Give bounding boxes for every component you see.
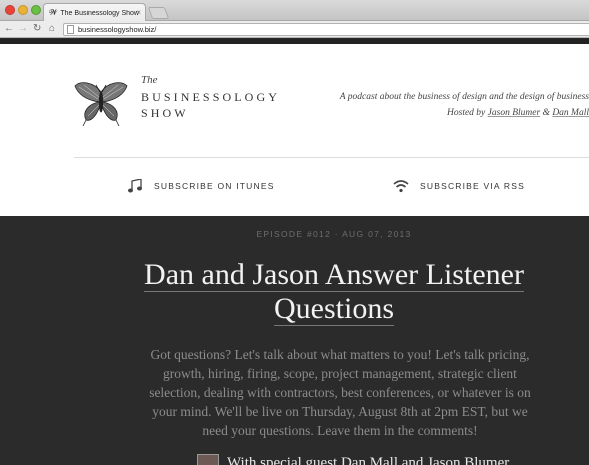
episode-title[interactable]: Dan and Jason Answer Listener Questions (120, 258, 548, 326)
hosted-prefix: Hosted by (447, 108, 486, 118)
tab-title: The Businessology Show (60, 9, 139, 17)
brand-title[interactable]: BUSINESSOLOGY (141, 90, 280, 105)
address-bar[interactable]: businessologyshow.biz/ (63, 23, 589, 36)
host-link-dan[interactable]: Dan Mall (552, 108, 589, 118)
new-tab-button[interactable] (147, 7, 170, 19)
forward-arrow-icon[interactable]: → (18, 22, 28, 36)
episode-description: Got questions? Let's talk about what mat… (149, 347, 531, 438)
episode-meta: EPISODE #012 · AUG 07, 2013 (256, 229, 412, 239)
maximize-window-button[interactable] (31, 5, 41, 15)
guest-line: With special guest Dan Mall and Jason Bl… (197, 454, 509, 465)
brand-subtitle[interactable]: SHOW (141, 106, 189, 121)
minimize-window-button[interactable] (18, 5, 28, 15)
url-text: businessologyshow.biz/ (78, 25, 157, 34)
browser-tab[interactable]: 𝓦 The Businessology Show × (43, 3, 146, 22)
close-icon[interactable]: × (136, 8, 141, 17)
page-icon (67, 25, 74, 34)
reload-icon[interactable]: ↻ (33, 22, 41, 36)
home-icon[interactable]: ⌂ (49, 22, 55, 36)
site-header: The BUSINESSOLOGY SHOW A podcast about t… (0, 44, 589, 216)
subscribe-rss-link[interactable]: SUBSCRIBE VIA RSS (393, 179, 525, 193)
subscribe-itunes-label: SUBSCRIBE ON ITUNES (154, 181, 275, 191)
ampersand: & (542, 108, 550, 118)
browser-toolbar: ← → ↻ ⌂ businessologyshow.biz/ (0, 21, 589, 38)
avatar (197, 454, 219, 465)
butterfly-logo-icon[interactable] (74, 80, 128, 126)
close-window-button[interactable] (5, 5, 15, 15)
wifi-rss-icon (393, 180, 409, 193)
music-note-icon (128, 179, 142, 193)
tagline: A podcast about the business of design a… (339, 92, 589, 102)
header-divider (74, 157, 589, 158)
hosted-by: Hosted by Jason Blumer & Dan Mall (447, 108, 589, 118)
subscribe-rss-label: SUBSCRIBE VIA RSS (420, 181, 525, 191)
back-arrow-icon[interactable]: ← (4, 22, 14, 36)
episode-title-line1[interactable]: Dan and Jason Answer Listener (144, 258, 524, 292)
brand-the: The (141, 74, 158, 86)
host-link-jason[interactable]: Jason Blumer (488, 108, 541, 118)
guest-text: With special guest Dan Mall and Jason Bl… (227, 454, 510, 465)
browser-tabstrip: 𝓦 The Businessology Show × (0, 0, 589, 22)
subscribe-itunes-link[interactable]: SUBSCRIBE ON ITUNES (127, 179, 275, 193)
butterfly-icon: 𝓦 (49, 8, 58, 17)
episode-title-line2[interactable]: Questions (274, 292, 394, 326)
